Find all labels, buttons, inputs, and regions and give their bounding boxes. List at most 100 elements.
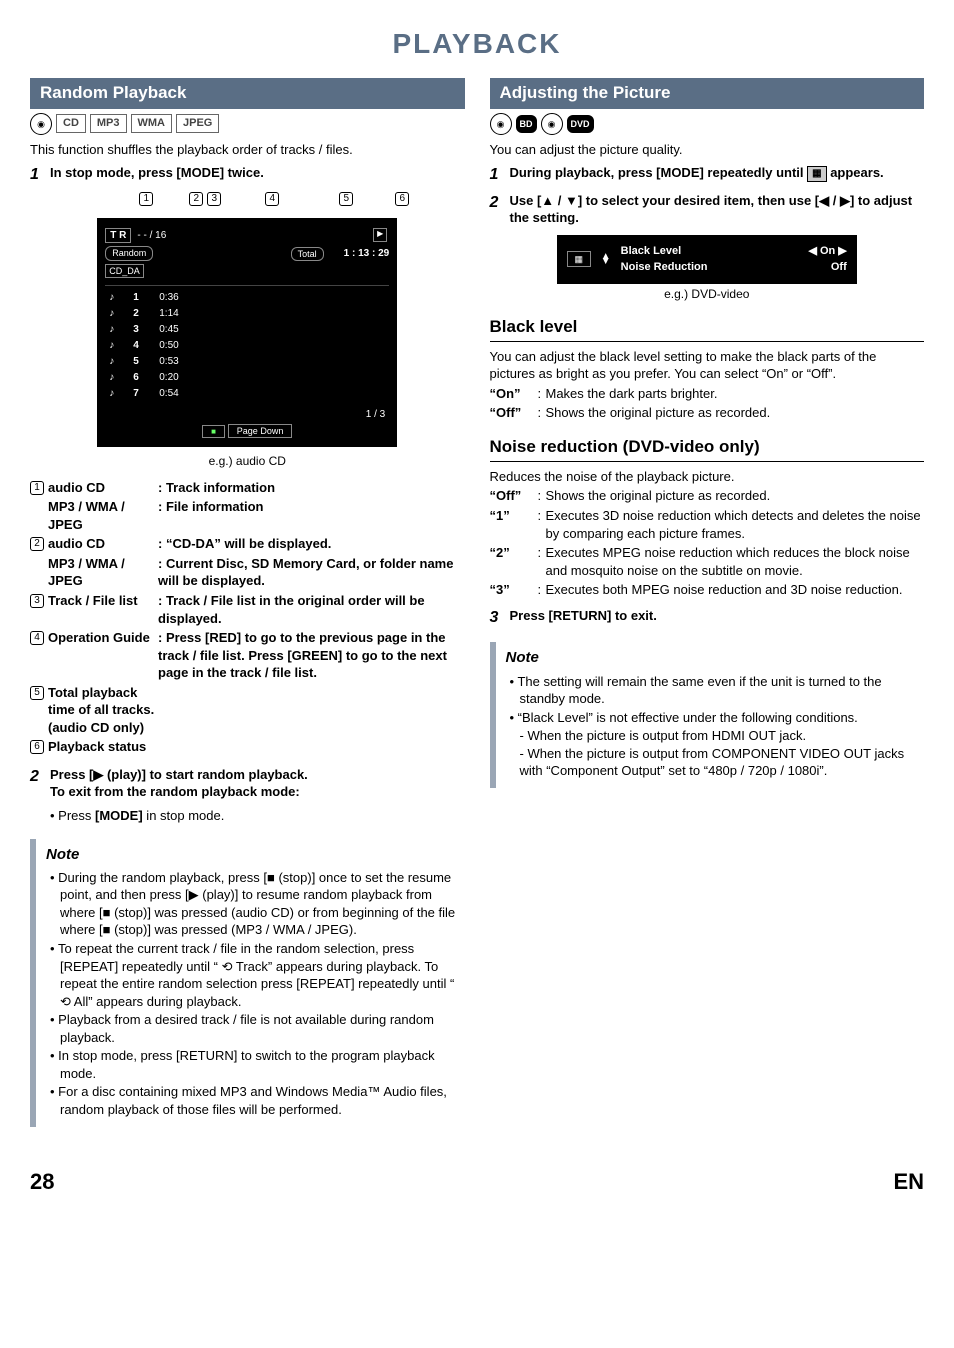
legend-row: 1audio CDTrack information <box>30 479 465 497</box>
legend-row: 5Total playback time of all tracks. (aud… <box>30 684 465 737</box>
section-header-random: Random Playback <box>30 78 465 109</box>
intro-text: This function shuffles the playback orde… <box>30 141 465 159</box>
osd2-screenshot: ▦ ▲▼ Black Level ◀ On ▶ Noise Reduction Of… <box>557 235 857 284</box>
note-box-left: Note During the random playback, press [… <box>30 839 465 1128</box>
step-1-text: In stop mode, press [MODE] twice. <box>50 164 465 182</box>
osd-track-row: ♪10:36 <box>105 290 389 306</box>
disc-icon: ◉ <box>541 113 563 135</box>
format-mp3: MP3 <box>90 114 127 133</box>
nr-def-row: “2”:Executes MPEG noise reduction which … <box>490 544 925 579</box>
format-row-right: ◉ BD ◉ DVD <box>490 113 925 135</box>
step-number-3r: 3 <box>490 607 504 629</box>
intro-right: You can adjust the picture quality. <box>490 141 925 159</box>
osd-screenshot: ▶ T R - - / 16 Random Total 1 : 13 : 29 … <box>97 218 397 447</box>
osd-track-row: ♪40:50 <box>105 338 389 354</box>
bl-off-val: Shows the original picture as recorded. <box>546 404 925 422</box>
legend-row: MP3 / WMA / JPEGCurrent Disc, SD Memory … <box>30 555 465 590</box>
legend-row: 6Playback status <box>30 738 465 756</box>
note-title-right: Note <box>506 648 917 668</box>
format-jpeg: JPEG <box>176 114 219 133</box>
nr-def-row: “Off”:Shows the original picture as reco… <box>490 487 925 505</box>
osd-tr-label: T R <box>105 228 131 244</box>
osd2-nr-val: Off <box>831 260 847 275</box>
nr-body: Reduces the noise of the playback pictur… <box>490 468 925 486</box>
note-title-left: Note <box>46 845 457 865</box>
disc-icon: ◉ <box>30 113 52 135</box>
osd-track-row: ♪70:54 <box>105 386 389 402</box>
format-bd: BD <box>516 115 537 133</box>
page-title: PLAYBACK <box>30 25 924 63</box>
disc-icon: ◉ <box>490 113 512 135</box>
step-1r-text: During playback, press [MODE] repeatedly… <box>510 164 925 182</box>
note-subitem: - When the picture is output from HDMI O… <box>520 727 917 745</box>
callout-6: 6 <box>395 192 409 206</box>
callout-row: 1 2 3 4 5 6 <box>97 192 397 208</box>
osd-cdda: CD_DA <box>105 264 144 278</box>
osd2-caption: e.g.) DVD-video <box>490 286 925 302</box>
left-column: Random Playback ◉ CD MP3 WMA JPEG This f… <box>30 78 465 1128</box>
note-box-right: Note The setting will remain the same ev… <box>490 642 925 788</box>
nr-def-row: “3”:Executes both MPEG noise reduction a… <box>490 581 925 599</box>
osd-total-label: Total <box>291 247 324 261</box>
osd-pager: 1 / 3 <box>105 408 385 422</box>
osd-track-row: ♪60:20 <box>105 370 389 386</box>
callout-3: 3 <box>207 192 221 206</box>
osd2-bl-label: Black Level <box>621 244 682 259</box>
step-2r-text: Use [▲ / ▼] to select your desired item,… <box>510 192 925 227</box>
format-cd: CD <box>56 114 86 133</box>
osd-track-row: ♪21:14 <box>105 306 389 322</box>
osd-track-list: ♪10:36♪21:14♪30:45♪40:50♪50:53♪60:20♪70:… <box>105 285 389 402</box>
nr-head: Noise reduction (DVD-video only) <box>490 436 925 459</box>
bl-off-key: “Off” <box>490 404 538 422</box>
legend-row: 4Operation GuidePress [RED] to go to the… <box>30 629 465 682</box>
osd-random: Random <box>105 246 153 260</box>
note-item: For a disc containing mixed MP3 and Wind… <box>46 1083 457 1118</box>
note-item: “Black Level” is not effective under the… <box>506 709 917 727</box>
step-number-2: 2 <box>30 766 44 788</box>
osd-total-value: 1 : 13 : 29 <box>344 247 390 261</box>
picture-mode-icon: ▦ <box>807 166 826 182</box>
note-item: During the random playback, press [■ (st… <box>46 869 457 939</box>
section-header-picture: Adjusting the Picture <box>490 78 925 109</box>
osd-track-row: ♪30:45 <box>105 322 389 338</box>
black-level-body: You can adjust the black level setting t… <box>490 348 925 383</box>
format-wma: WMA <box>131 114 173 133</box>
note-item: To repeat the current track / file in th… <box>46 940 457 1010</box>
format-dvd: DVD <box>567 115 594 133</box>
step-2-sub: • Press [MODE] in stop mode. <box>50 807 465 825</box>
right-column: Adjusting the Picture ◉ BD ◉ DVD You can… <box>490 78 925 1128</box>
legend-block: 1audio CDTrack informationMP3 / WMA / JP… <box>30 479 465 756</box>
callout-2: 2 <box>189 192 203 206</box>
legend-row: 3Track / File listTrack / File list in t… <box>30 592 465 627</box>
osd-track-row: ♪50:53 <box>105 354 389 370</box>
legend-row: MP3 / WMA / JPEGFile information <box>30 498 465 533</box>
osd2-icon: ▦ <box>567 251 591 267</box>
osd2-bl-val: ◀ On ▶ <box>808 244 846 259</box>
play-status-icon: ▶ <box>373 228 387 242</box>
osd-caption: e.g.) audio CD <box>30 453 465 469</box>
osd-tr-value: - - / 16 <box>137 229 166 243</box>
step-2-text: Press [▶ (play)] to start random playbac… <box>50 766 465 801</box>
note-item: The setting will remain the same even if… <box>506 673 917 708</box>
nr-def-row: “1”:Executes 3D noise reduction which de… <box>490 507 925 542</box>
format-row-left: ◉ CD MP3 WMA JPEG <box>30 113 465 135</box>
step-3r-text: Press [RETURN] to exit. <box>510 607 925 625</box>
note-item: In stop mode, press [RETURN] to switch t… <box>46 1047 457 1082</box>
legend-row: 2audio CD“CD-DA” will be displayed. <box>30 535 465 553</box>
updown-icon: ▲▼ <box>601 254 611 264</box>
page-number: 28 <box>30 1167 54 1197</box>
step-number-2r: 2 <box>490 192 504 214</box>
page-footer: 28 EN <box>30 1167 924 1197</box>
bl-on-key: “On” <box>490 385 538 403</box>
note-item: Playback from a desired track / file is … <box>46 1011 457 1046</box>
osd-pagedown: ■ Page Down <box>105 425 389 439</box>
black-level-head: Black level <box>490 316 925 339</box>
callout-1: 1 <box>139 192 153 206</box>
callout-5: 5 <box>339 192 353 206</box>
osd2-nr-label: Noise Reduction <box>621 260 708 275</box>
callout-4: 4 <box>265 192 279 206</box>
step-number-1: 1 <box>30 164 44 186</box>
step-number-1r: 1 <box>490 164 504 186</box>
page-lang: EN <box>893 1167 924 1197</box>
note-subitem: - When the picture is output from COMPON… <box>520 745 917 780</box>
